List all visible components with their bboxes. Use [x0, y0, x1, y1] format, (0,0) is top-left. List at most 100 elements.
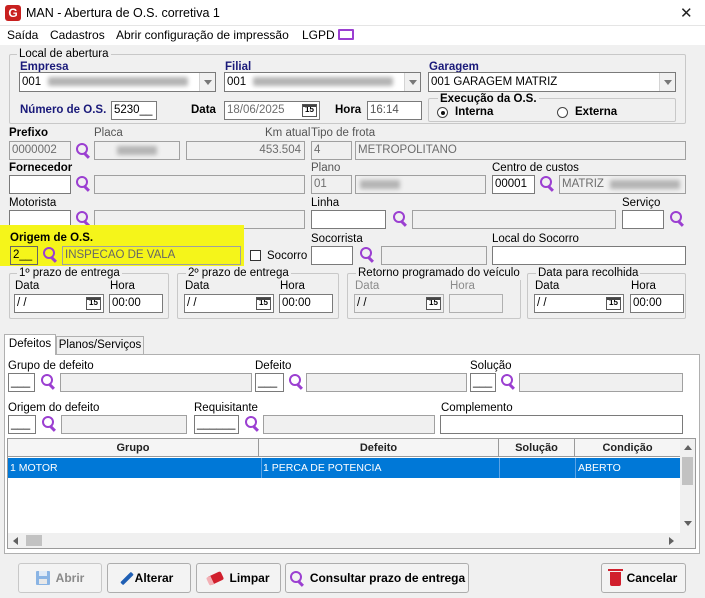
socorrista-search-icon[interactable] [358, 246, 375, 263]
hora-field[interactable]: 16:14 [367, 101, 422, 120]
calendar-icon[interactable]: 15 [302, 104, 317, 117]
scroll-thumb[interactable] [682, 457, 693, 485]
centro-custos-field: MATRIZ [559, 175, 686, 194]
socorro-checkbox[interactable] [250, 250, 261, 261]
socorrista-label: Socorrista [311, 233, 363, 245]
prazo1-data-label: Data [15, 280, 40, 292]
cell-solucao [499, 458, 575, 478]
local-abertura-title: Local de abertura [17, 48, 111, 61]
filial-select[interactable]: 001 [224, 72, 421, 92]
defeito-search-icon[interactable] [287, 373, 304, 390]
plano-code: 01 [311, 175, 352, 194]
socorrista-name-field [381, 246, 487, 265]
menu-item-saida[interactable]: Saída [7, 28, 38, 42]
col-grupo-header[interactable]: Grupo [8, 439, 259, 457]
retorno-calendar-icon[interactable]: 15 [426, 297, 441, 310]
placa-label: Placa [94, 127, 123, 139]
complemento-field[interactable] [440, 415, 683, 434]
externa-radio[interactable] [557, 107, 568, 118]
recolhida-calendar-icon[interactable]: 15 [606, 297, 621, 310]
retorno-hora-label: Hora [450, 280, 475, 292]
scroll-right-icon[interactable] [669, 537, 674, 545]
interna-label: Interna [455, 106, 494, 118]
alterar-button[interactable]: Alterar [107, 563, 191, 593]
menu-item-configuracao-impressao[interactable]: Abrir configuração de impressão [116, 28, 289, 42]
defeito-field[interactable]: ___ [255, 373, 284, 392]
centro-custos-code[interactable]: 00001 [492, 175, 535, 194]
consultar-prazo-button[interactable]: Consultar prazo de entrega [285, 563, 469, 593]
requisitante-search-icon[interactable] [243, 415, 260, 432]
scroll-down-icon[interactable] [684, 521, 692, 526]
recolhida-title: Data para recolhida [536, 267, 641, 280]
origem-code-field[interactable]: 2__ [10, 246, 38, 265]
col-defeito-header[interactable]: Defeito [259, 439, 499, 457]
solucao-field[interactable]: ___ [470, 373, 496, 392]
scroll-thumb-h[interactable] [26, 535, 42, 546]
tipo-frota-field: METROPOLITANO [355, 141, 686, 160]
scroll-left-icon[interactable] [13, 537, 18, 545]
menu-item-lgpd[interactable]: LGPD [302, 28, 335, 42]
prazo1-hora-field[interactable]: 00:00 [109, 294, 163, 313]
scroll-up-icon[interactable] [684, 445, 692, 450]
hora-label: Hora [335, 104, 362, 116]
menu-bar: Saída Cadastros Abrir configuração de im… [0, 26, 705, 45]
grupo-defeito-field[interactable]: ___ [8, 373, 35, 392]
tab-planos-servicos[interactable]: Planos/Serviços [56, 336, 144, 355]
tab-defeitos[interactable]: Defeitos [4, 334, 56, 355]
retorno-data-label: Data [355, 280, 380, 292]
limpar-button[interactable]: Limpar [196, 563, 281, 593]
defeito-label: Defeito [255, 360, 292, 372]
socorrista-field[interactable] [311, 246, 353, 265]
empresa-select[interactable]: 001 [19, 72, 216, 92]
prefixo-search-icon[interactable] [74, 142, 91, 159]
col-solucao-header[interactable]: Solução [499, 439, 575, 457]
solucao-search-icon[interactable] [499, 373, 516, 390]
centro-custos-label: Centro de custos [492, 162, 579, 174]
retorno-title: Retorno programado do veículo [356, 267, 522, 280]
fornecedor-label: Fornecedor [9, 162, 73, 174]
grid-vertical-scrollbar[interactable] [680, 439, 695, 533]
monitor-icon[interactable] [338, 29, 354, 40]
servico-field[interactable] [622, 210, 664, 229]
numero-os-field[interactable]: 5230__ [111, 101, 157, 120]
servico-search-icon[interactable] [668, 210, 685, 227]
local-socorro-field[interactable] [492, 246, 686, 265]
fornecedor-search-icon[interactable] [74, 175, 91, 192]
grupo-defeito-search-icon[interactable] [39, 373, 56, 390]
fornecedor-field[interactable] [9, 175, 71, 194]
tipo-frota-label: Tipo de frota [311, 127, 376, 139]
origem-name-field: INSPECAO DE VALA [62, 246, 241, 265]
table-row[interactable]: 1 MOTOR 1 PERCA DE POTENCIA ABERTO [8, 458, 680, 478]
recolhida-hora-field[interactable]: 00:00 [630, 294, 684, 313]
numero-os-label: Número de O.S. [20, 104, 107, 116]
prazo2-hora-label: Hora [280, 280, 305, 292]
origem-label: Origem de O.S. [10, 232, 94, 244]
menu-item-cadastros[interactable]: Cadastros [50, 28, 105, 42]
cancelar-button[interactable]: Cancelar [601, 563, 686, 593]
prefixo-field[interactable]: 0000002 [9, 141, 71, 160]
garagem-select[interactable]: 001 GARAGEM MATRIZ [428, 72, 676, 92]
col-condicao-header[interactable]: Condição [575, 439, 680, 457]
linha-search-icon[interactable] [391, 210, 408, 227]
eraser-icon [206, 570, 225, 586]
interna-radio[interactable] [437, 107, 448, 118]
origem-defeito-search-icon[interactable] [40, 415, 57, 432]
retorno-hora-field[interactable] [449, 294, 503, 313]
search-icon [289, 570, 304, 586]
linha-field[interactable] [311, 210, 386, 229]
abrir-button[interactable]: Abrir [18, 563, 102, 593]
data-label: Data [191, 104, 216, 116]
origem-defeito-field[interactable]: ___ [8, 415, 36, 434]
prazo1-calendar-icon[interactable]: 15 [86, 297, 101, 310]
close-icon[interactable]: ✕ [680, 4, 693, 22]
tipo-frota-code: 4 [311, 141, 352, 160]
complemento-label: Complemento [441, 402, 513, 414]
grid-horizontal-scrollbar[interactable] [8, 533, 680, 548]
prazo2-title: 2º prazo de entrega [186, 267, 291, 280]
origem-search-icon[interactable] [41, 246, 58, 263]
prazo1-title: 1º prazo de entrega [17, 267, 122, 280]
centro-custos-search-icon[interactable] [538, 175, 555, 192]
prazo2-calendar-icon[interactable]: 15 [256, 297, 271, 310]
requisitante-field[interactable]: ______ [194, 415, 239, 434]
prazo2-hora-field[interactable]: 00:00 [279, 294, 333, 313]
